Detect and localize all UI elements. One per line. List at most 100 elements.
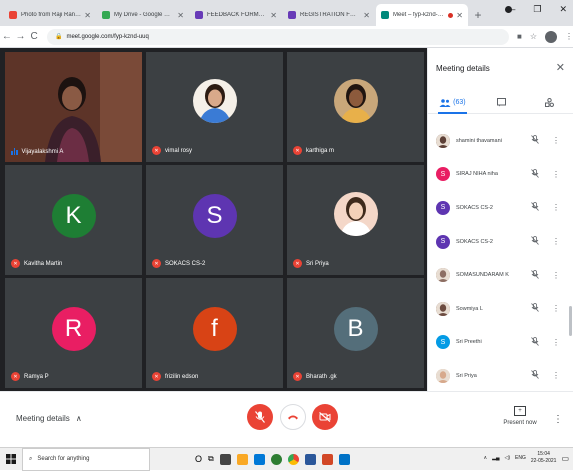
participant-name-label: ✕ SOKACS CS-2 — [152, 259, 205, 268]
store-icon[interactable] — [219, 453, 231, 465]
participant-tile[interactable]: K ✕ Kavitha Martin — [5, 165, 142, 275]
app-icon[interactable] — [270, 453, 282, 465]
participant-name: Sri Priya — [306, 260, 329, 267]
more-options-icon[interactable]: ⋮ — [553, 414, 563, 425]
mic-off-icon[interactable] — [531, 336, 539, 348]
list-item[interactable]: Sri Priya ⋮ — [428, 359, 573, 393]
avatar: B — [333, 307, 378, 351]
browser-tab[interactable]: Meet – fyp-kznd-uuq ✕ — [376, 4, 468, 26]
more-options-icon[interactable]: ⋮ — [552, 271, 560, 280]
new-tab-button[interactable]: + — [469, 4, 487, 26]
list-item[interactable]: S SOKACS CS-2 ⋮ — [428, 225, 573, 259]
close-window-button[interactable]: ✕ — [559, 4, 567, 15]
favicon-icon — [102, 11, 110, 19]
present-now-button[interactable]: + Present now — [498, 406, 542, 426]
mic-off-icon[interactable] — [531, 303, 539, 314]
volume-icon[interactable]: ◁) — [505, 455, 511, 461]
close-tab-icon[interactable]: ✕ — [270, 11, 277, 20]
minimize-button[interactable]: – — [510, 4, 515, 15]
windows-start-icon[interactable] — [0, 454, 22, 464]
people-icon — [439, 98, 451, 107]
participant-tile[interactable]: f ✕ frizilin edson — [146, 278, 283, 388]
participant-tile[interactable]: S ✕ SOKACS CS-2 — [146, 165, 283, 275]
star-icon[interactable]: ☆ — [530, 32, 537, 41]
url-field[interactable]: 🔒 meet.google.com/fyp-kznd-uuq — [46, 28, 509, 45]
close-tab-icon[interactable]: ✕ — [84, 11, 91, 20]
participant-name-label: ✕ Kavitha Martin — [11, 259, 62, 268]
cortana-icon[interactable]: O — [195, 454, 202, 464]
mic-off-icon[interactable] — [531, 135, 539, 146]
browser-tab[interactable]: REGISTRATION FORM sri-4✕ — [283, 4, 375, 26]
mic-off-icon[interactable] — [531, 269, 539, 281]
meeting-details-button[interactable]: Meeting details ∧ — [16, 414, 82, 423]
more-options-icon[interactable]: ⋮ — [552, 203, 560, 212]
mic-off-icon[interactable] — [531, 168, 539, 180]
more-options-icon[interactable]: ⋮ — [552, 170, 560, 179]
mic-toggle-button[interactable] — [247, 404, 273, 430]
participant-name: SIRAJ NIHA niha — [456, 171, 498, 178]
close-tab-icon[interactable]: ✕ — [456, 11, 463, 20]
participant-tile[interactable]: Vijayalakshmi A — [5, 52, 142, 162]
participant-tile[interactable]: ✕ karthiga m — [287, 52, 424, 162]
taskbar-search-input[interactable]: ⌕ Search for anything — [22, 447, 150, 471]
more-options-icon[interactable]: ⋮ — [552, 371, 560, 380]
list-item[interactable]: SOMASUNDARAM K ⋮ — [428, 258, 573, 292]
participant-tile[interactable]: ✕ Sri Priya — [287, 165, 424, 275]
panel-tabs: (63) — [428, 92, 573, 114]
list-item[interactable]: Sowmiya L ⋮ — [428, 292, 573, 326]
powerpoint-icon[interactable] — [321, 453, 333, 465]
reload-icon[interactable]: C — [27, 31, 41, 42]
close-tab-icon[interactable]: ✕ — [363, 11, 370, 20]
participant-tile[interactable]: B ✕ Bharath .gk — [287, 278, 424, 388]
tab-people[interactable]: (63) — [428, 92, 477, 114]
participant-tile[interactable]: ✕ vimal rosy — [146, 52, 283, 162]
list-item[interactable]: S SIRAJ NIHA niha ⋮ — [428, 158, 573, 192]
language-indicator[interactable]: ENG — [515, 455, 526, 461]
browser-tab[interactable]: FEEDBACK FORM2023-21-V✕ — [190, 4, 282, 26]
participant-name: SOKACS CS-2 — [165, 260, 206, 267]
present-icon: + — [514, 406, 526, 416]
avatar: S — [436, 167, 450, 182]
camera-toggle-button[interactable] — [312, 404, 338, 430]
mic-off-icon[interactable] — [531, 236, 539, 247]
close-icon[interactable]: ✕ — [556, 61, 565, 74]
mic-off-icon[interactable] — [531, 202, 539, 213]
list-item[interactable]: S SOKACS CS-2 ⋮ — [428, 191, 573, 225]
mic-off-icon: ✕ — [152, 146, 161, 155]
close-tab-icon[interactable]: ✕ — [177, 11, 184, 20]
tab-chat[interactable] — [477, 92, 526, 113]
camera-indicator-icon[interactable]: ■ — [517, 32, 522, 41]
participant-tile[interactable]: R ✕ Ramya P — [5, 278, 142, 388]
avatar[interactable] — [544, 30, 557, 43]
network-icon[interactable]: ▂▄ — [492, 455, 499, 461]
more-options-icon[interactable]: ⋮ — [552, 304, 560, 313]
file-explorer-icon[interactable] — [236, 453, 248, 465]
meeting-controls: Meeting details ∧ + Present now ⋮ — [0, 391, 573, 447]
clock[interactable]: 15:04 22-05-2021 — [531, 451, 557, 465]
outlook-icon[interactable] — [338, 453, 350, 465]
forward-arrow-icon[interactable]: → — [14, 31, 28, 42]
back-arrow-icon[interactable]: ← — [0, 31, 14, 42]
task-view-icon[interactable]: ⧉ — [208, 454, 214, 464]
participant-name: Ramya P — [24, 373, 49, 380]
notifications-icon[interactable]: ▭ — [561, 454, 569, 463]
tab-activities[interactable] — [525, 92, 573, 113]
maximize-button[interactable]: ❐ — [533, 4, 541, 15]
panel-scrollbar[interactable] — [569, 306, 572, 336]
more-options-icon[interactable]: ⋮ — [552, 136, 560, 145]
more-options-icon[interactable]: ⋮ — [552, 338, 560, 347]
more-options-icon[interactable]: ⋮ — [552, 237, 560, 246]
leave-call-button[interactable] — [280, 404, 306, 430]
list-item[interactable]: S Sri Preethi ⋮ — [428, 326, 573, 360]
participant-name: karthiga m — [306, 147, 335, 154]
mic-off-icon[interactable] — [531, 370, 539, 381]
chrome-icon[interactable] — [287, 453, 299, 465]
word-icon[interactable] — [304, 453, 316, 465]
list-item[interactable]: shamini thavamani ⋮ — [428, 124, 573, 158]
browser-menu-icon[interactable]: ⋮ — [565, 32, 573, 41]
participant-name: Sri Priya — [456, 372, 477, 379]
browser-tab[interactable]: Photo from Raji Ranjan - Ng✕ — [4, 4, 96, 26]
edge-icon[interactable] — [253, 453, 265, 465]
tray-chevron-icon[interactable]: ∧ — [483, 455, 487, 461]
browser-tab[interactable]: My Drive - Google Drive ✕ — [97, 4, 189, 26]
